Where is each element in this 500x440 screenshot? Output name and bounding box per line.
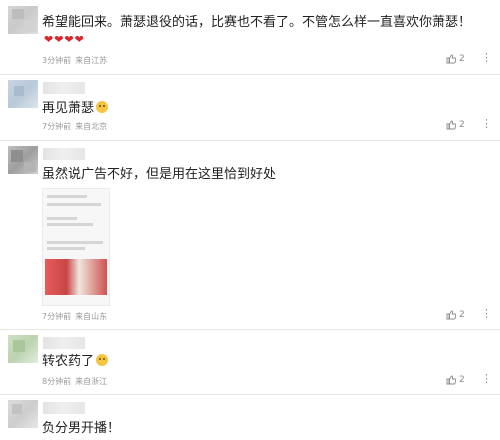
avatar[interactable]	[8, 6, 38, 34]
image-photo	[45, 259, 107, 295]
like-button[interactable]: 2	[446, 375, 465, 385]
avatar[interactable]	[8, 80, 38, 108]
like-count: 2	[459, 310, 465, 320]
comment-meta: 7分钟前 来自山东	[42, 311, 107, 322]
like-button[interactable]: 2	[446, 120, 465, 130]
username-blurred	[43, 337, 85, 349]
comment-meta: 8分钟前 来自浙江	[42, 376, 107, 387]
like-button[interactable]: 2	[446, 54, 465, 64]
username-blurred	[43, 402, 85, 414]
like-count: 2	[459, 375, 465, 385]
comment-location: 来自北京	[75, 122, 108, 131]
comment-image[interactable]	[42, 188, 110, 306]
comment-text: 负分男开播！	[42, 421, 121, 436]
divider	[0, 74, 500, 75]
comment-location: 来自山东	[75, 312, 108, 321]
heart-emojis: ❤❤❤❤	[44, 33, 85, 46]
divider	[0, 140, 500, 141]
comment-text: 虽然说广告不好，但是用在这里恰到好处	[42, 167, 277, 182]
laughing-emoji-icon	[96, 101, 109, 113]
comment-time: 7分钟前	[42, 312, 72, 321]
comment-time: 7分钟前	[42, 122, 72, 131]
username-blurred	[43, 148, 85, 160]
thumbs-up-icon	[446, 120, 456, 130]
comment-time: 3分钟前	[42, 56, 72, 65]
thumbs-up-icon	[446, 310, 456, 320]
like-count: 2	[459, 120, 465, 130]
username-blurred	[43, 82, 85, 94]
divider	[0, 394, 500, 395]
comment-meta: 3分钟前 来自江苏	[42, 55, 107, 66]
more-options-icon[interactable]: ⋮	[481, 118, 492, 129]
comment-location: 来自江苏	[75, 56, 108, 65]
more-options-icon[interactable]: ⋮	[481, 373, 492, 384]
comment-text: 转农药了	[42, 353, 109, 371]
laughing-emoji-icon	[96, 354, 109, 366]
like-button[interactable]: 2	[446, 310, 465, 320]
comment-time: 8分钟前	[42, 377, 72, 386]
avatar[interactable]	[8, 400, 38, 428]
divider	[0, 329, 500, 330]
avatar[interactable]	[8, 146, 38, 174]
comment-text: 希望能回来。萧瑟退役的话，比赛也不看了。不管怎么样一直喜欢你萧瑟！	[42, 15, 472, 30]
thumbs-up-icon	[446, 54, 456, 64]
more-options-icon[interactable]: ⋮	[481, 52, 492, 63]
like-count: 2	[459, 54, 465, 64]
comment-location: 来自浙江	[75, 377, 108, 386]
more-options-icon[interactable]: ⋮	[481, 308, 492, 319]
comment-text: 再见萧瑟	[42, 100, 109, 118]
comment-meta: 7分钟前 来自北京	[42, 121, 107, 132]
thumbs-up-icon	[446, 375, 456, 385]
avatar[interactable]	[8, 335, 38, 363]
